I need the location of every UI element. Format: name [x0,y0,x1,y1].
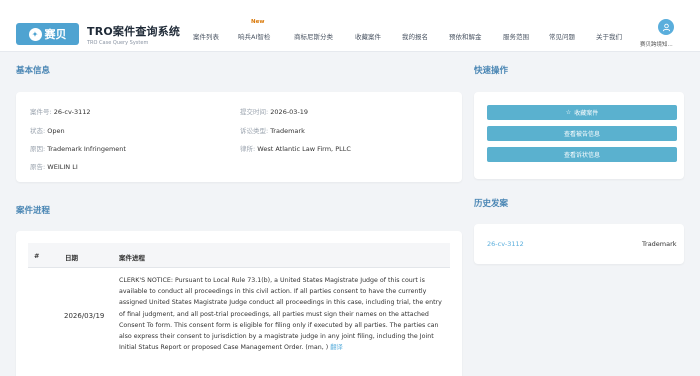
progress-title: 案件进程 [16,206,51,216]
law-firm: West Atlantic Law Firm, PLLC [257,145,351,153]
nav-services[interactable]: 服务范围 [503,31,529,41]
plaintiff: WEILIN LI [47,163,78,171]
case-number-field: 案件号: 26-cv-3112 [30,108,91,116]
new-badge: New [251,19,265,25]
filed-date: 2026-03-19 [270,108,309,116]
progress-row-text: CLERK'S NOTICE: Pursuant to Local Rule 7… [119,277,442,352]
logo[interactable]: ✦ 赛贝 [16,23,79,45]
basic-info-card: 案件号: 26-cv-3112 提交时间: 2026-03-19 状态: Ope… [16,92,462,182]
basic-info-title: 基本信息 [16,66,51,76]
nav-nice-class[interactable]: 商标尼斯分类 [294,31,333,41]
translate-link[interactable]: 翻译 [330,344,343,351]
favorite-case-button[interactable]: ☆ 收藏案件 [487,105,677,120]
brand-subtitle: TRO Case Query System [87,40,149,46]
history-title: 历史发案 [474,199,509,209]
nav-case-list[interactable]: 案件列表 [193,31,219,41]
logo-mark-icon: ✦ [28,27,42,41]
lawfirm-field: 律所: West Atlantic Law Firm, PLLC [240,145,351,153]
progress-row-date: 2026/03/19 [64,312,105,320]
col-progress: 案件进程 [119,254,145,262]
type-field: 诉讼类型: Trademark [240,127,305,135]
nav-my-signups[interactable]: 我的报名 [402,31,428,41]
brand-title: TRO案件查询系统 [87,25,181,38]
top-header: ✦ 赛贝 TRO案件查询系统 TRO Case Query System New… [0,0,700,52]
col-date: 日期 [65,254,78,262]
star-icon: ☆ [565,109,572,116]
user-icon [662,23,670,31]
case-number: 26-cv-3112 [53,108,91,116]
view-complaint-button[interactable]: 查看诉状信息 [487,147,677,162]
nav-settlement[interactable]: 预依和解金 [449,31,482,41]
brand: TRO案件查询系统 TRO Case Query System [87,23,180,46]
nav-ai-check[interactable]: 响兵AI智检 [238,31,270,41]
cause-field: 原因: Trademark Infringement [30,145,126,153]
history-case-type: Trademark [642,240,677,248]
case-cause: Trademark Infringement [47,145,126,153]
user-name[interactable]: 赛贝跨境知... [640,40,673,48]
logo-text: 赛贝 [44,28,67,41]
nav-faq[interactable]: 常见问题 [549,31,575,41]
nav-about[interactable]: 关于我们 [596,31,622,41]
case-status: Open [47,127,65,135]
history-case-link[interactable]: 26-cv-3112 [487,240,524,248]
col-num: # [34,252,40,260]
quick-actions-title: 快速操作 [474,66,509,76]
filed-field: 提交时间: 2026-03-19 [240,108,309,116]
case-type: Trademark [270,127,305,135]
plaintiff-field: 原告: WEILIN LI [30,163,78,171]
nav-favorites[interactable]: 收藏案件 [355,31,381,41]
user-avatar[interactable] [658,19,674,35]
progress-table-header: # 日期 案件进程 [28,243,450,268]
view-defendant-button[interactable]: 查看被告信息 [487,126,677,141]
status-field: 状态: Open [30,127,65,135]
